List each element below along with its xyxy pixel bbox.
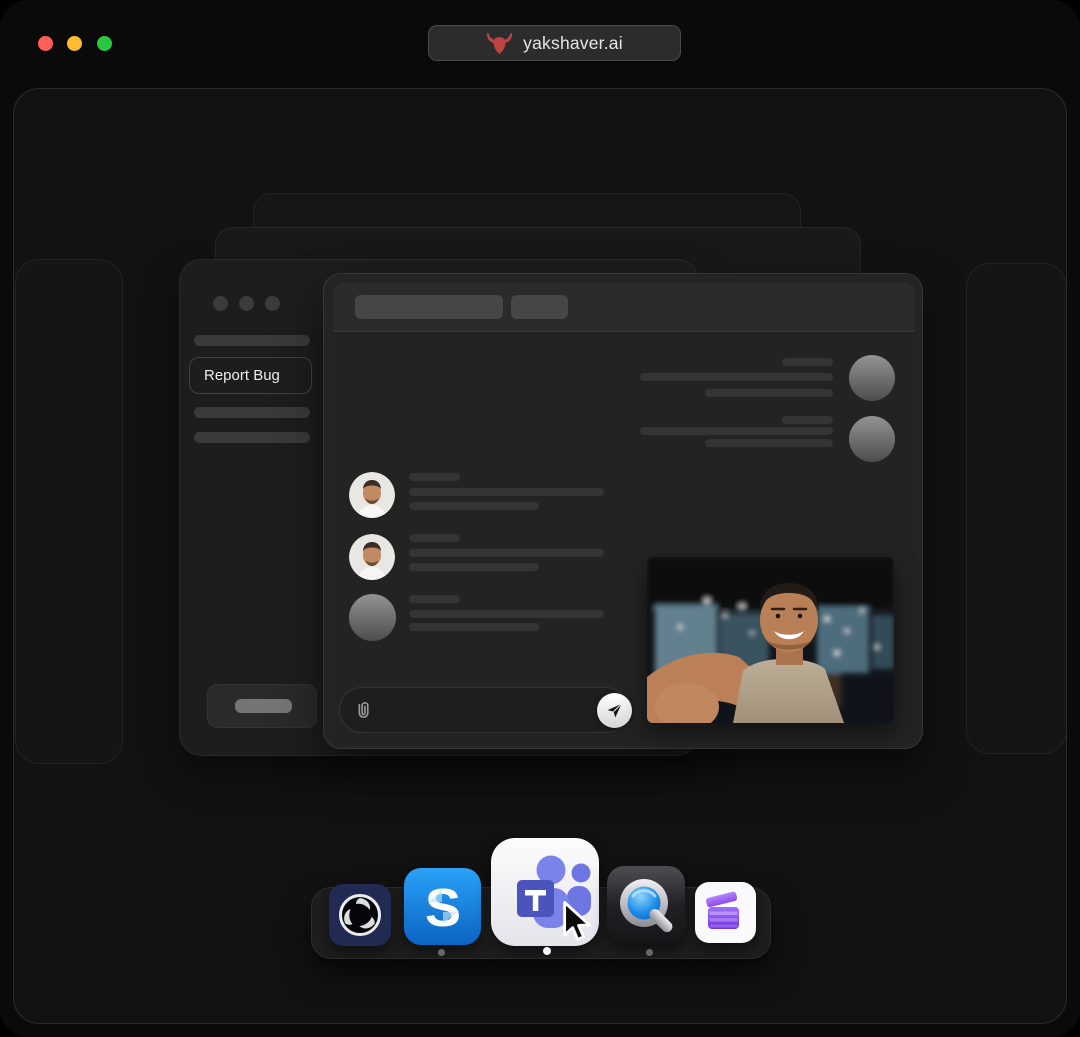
traffic-light-close[interactable] [38, 36, 53, 51]
yak-logo-icon [486, 32, 513, 55]
skeleton-bar [409, 563, 539, 571]
screenshot-canvas: yakshaver.ai Report Bug [0, 0, 1080, 1037]
traffic-light-zoom[interactable] [97, 36, 112, 51]
dock-item-obs-studio[interactable] [329, 884, 391, 946]
skeleton-bar [782, 416, 833, 424]
chat-header [333, 282, 915, 332]
chat-mock-window [323, 273, 923, 749]
paperclip-icon[interactable] [352, 700, 374, 722]
selfie-video-illustration [647, 557, 894, 723]
skeleton-bar [355, 295, 503, 319]
send-plane-icon [605, 701, 624, 720]
running-indicator-quicktime [646, 949, 653, 956]
site-name: yakshaver.ai [523, 33, 623, 54]
skeleton-bar [782, 358, 833, 366]
chat-inner-panel [333, 282, 915, 742]
svg-text:S: S [425, 878, 461, 938]
window-dot [213, 296, 228, 311]
skeleton-bar [409, 595, 460, 603]
skeleton-bar [194, 432, 310, 443]
running-indicator-teams [543, 947, 551, 955]
mouse-cursor-arrow [562, 901, 592, 943]
avatar-photo [349, 472, 395, 518]
avatar-photo [349, 534, 395, 580]
avatar-placeholder [849, 416, 895, 462]
chat-body [333, 332, 915, 742]
peek-card-left [15, 259, 123, 764]
running-indicator-snagit [438, 949, 445, 956]
skeleton-bar [511, 295, 568, 319]
skeleton-bar [409, 623, 539, 631]
skeleton-bar [409, 488, 604, 496]
skeleton-bar [409, 610, 604, 618]
avatar-placeholder [349, 594, 396, 641]
address-pill[interactable]: yakshaver.ai [428, 25, 681, 61]
skeleton-bar [705, 439, 833, 447]
traffic-light-minimize[interactable] [67, 36, 82, 51]
skeleton-bar [640, 373, 833, 381]
dock-item-snagit[interactable]: S [404, 868, 481, 945]
skeleton-bar [705, 389, 833, 397]
skeleton-bar [235, 699, 292, 713]
video-call-thumbnail[interactable] [647, 557, 894, 723]
window-dot [265, 296, 280, 311]
dock-item-clipchamp[interactable] [695, 882, 756, 943]
send-button[interactable] [597, 693, 632, 728]
skeleton-bar [409, 534, 460, 542]
skeleton-bar [194, 407, 310, 418]
skeleton-bar [640, 427, 833, 435]
main-window: Report Bug [13, 88, 1067, 1024]
skeleton-bar [194, 335, 310, 346]
window-dot [239, 296, 254, 311]
peek-card-right [966, 263, 1067, 754]
report-bug-button[interactable]: Report Bug [189, 357, 312, 394]
avatar-placeholder [849, 355, 895, 401]
message-input[interactable] [339, 687, 629, 733]
skeleton-bar [409, 549, 604, 557]
skeleton-bar [409, 473, 460, 481]
sidebar-bottom-button[interactable] [207, 684, 317, 728]
skeleton-bar [409, 502, 539, 510]
dock-item-quicktime[interactable] [607, 866, 685, 944]
